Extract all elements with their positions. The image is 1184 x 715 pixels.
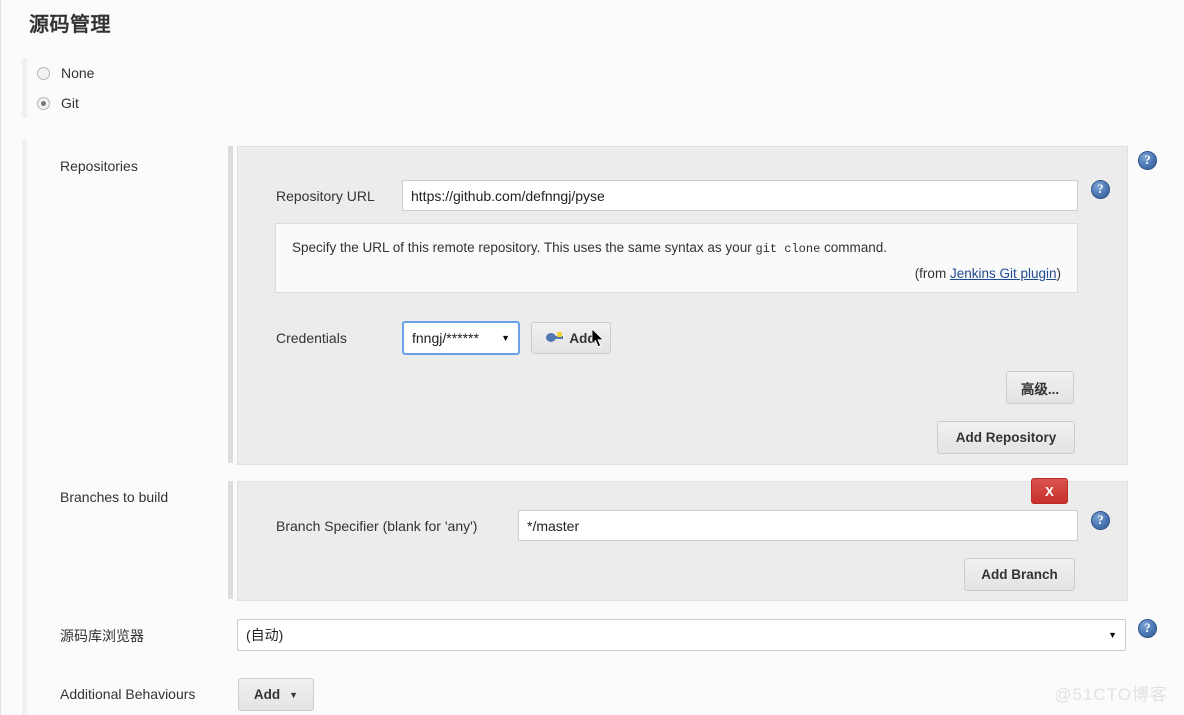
add-credentials-button[interactable]: Add bbox=[531, 322, 611, 354]
chevron-down-icon: ▼ bbox=[501, 333, 510, 343]
radio-option-none[interactable]: None bbox=[37, 58, 237, 88]
jenkins-git-plugin-link[interactable]: Jenkins Git plugin bbox=[950, 266, 1057, 281]
branch-specifier-label: Branch Specifier (blank for 'any') bbox=[276, 518, 478, 534]
add-branch-label: Add Branch bbox=[981, 567, 1058, 582]
repository-help-source: (from Jenkins Git plugin) bbox=[292, 264, 1061, 284]
repositories-row-label: Repositories bbox=[60, 158, 138, 174]
chevron-down-icon: ▼ bbox=[289, 689, 299, 700]
key-icon bbox=[546, 332, 564, 344]
add-repository-button[interactable]: Add Repository bbox=[937, 421, 1075, 454]
add-branch-button[interactable]: Add Branch bbox=[964, 558, 1075, 591]
repository-browser-row-label: 源码库浏览器 bbox=[60, 628, 144, 644]
repository-help-sentence-part2: command. bbox=[820, 240, 888, 255]
chevron-down-icon: ▼ bbox=[1108, 630, 1117, 640]
additional-behaviours-add-label: Add bbox=[253, 687, 281, 702]
scm-type-radio-group: None Git bbox=[22, 58, 237, 118]
add-repository-label: Add Repository bbox=[955, 430, 1057, 445]
watermark: @51CTO博客 bbox=[1054, 685, 1168, 704]
repository-help-sentence-part1: Specify the URL of this remote repositor… bbox=[292, 240, 756, 255]
repositories-help-icon[interactable]: ? bbox=[1138, 151, 1157, 170]
repository-url-input[interactable] bbox=[402, 180, 1078, 211]
advanced-label: 高级... bbox=[1020, 381, 1060, 397]
repository-url-label: Repository URL bbox=[276, 188, 375, 204]
repository-url-help-icon[interactable]: ? bbox=[1091, 180, 1110, 199]
repository-browser-help-icon[interactable]: ? bbox=[1138, 619, 1157, 638]
branch-specifier-input[interactable] bbox=[518, 510, 1078, 541]
radio-none-label: None bbox=[61, 65, 95, 81]
add-credentials-label: Add bbox=[569, 330, 596, 346]
additional-behaviours-add-button[interactable]: Add ▼ bbox=[238, 678, 314, 711]
radio-git-icon[interactable] bbox=[37, 96, 50, 110]
repository-help-mono-code: git clone bbox=[755, 242, 821, 256]
radio-option-git[interactable]: Git bbox=[37, 88, 237, 118]
page-title: 源码管理 bbox=[29, 14, 111, 36]
scm-config-page: 源码管理 None Git Repositories Repository UR… bbox=[0, 0, 1184, 715]
repository-url-help-text: Specify the URL of this remote repositor… bbox=[275, 223, 1078, 293]
credentials-select[interactable]: fnngj/****** ▼ bbox=[402, 321, 520, 355]
repository-browser-select[interactable]: (自动) ▼ bbox=[237, 619, 1126, 651]
repository-help-source-prefix: (from bbox=[914, 266, 950, 282]
branches-panel-spine bbox=[228, 481, 233, 599]
credentials-select-value: fnngj/****** bbox=[412, 330, 479, 346]
page-left-edge bbox=[0, 0, 1, 715]
repository-browser-value: (自动) bbox=[246, 627, 284, 643]
additional-behaviours-row-label: Additional Behaviours bbox=[60, 686, 196, 702]
delete-branch-button[interactable]: X bbox=[1031, 478, 1068, 504]
branch-specifier-help-icon[interactable]: ? bbox=[1091, 511, 1110, 530]
repository-help-source-suffix: ) bbox=[1056, 266, 1062, 282]
section-spine bbox=[22, 140, 27, 715]
repositories-panel-spine bbox=[228, 146, 233, 463]
credentials-label: Credentials bbox=[276, 330, 347, 346]
branches-row-label: Branches to build bbox=[60, 489, 169, 505]
radio-none-icon[interactable] bbox=[37, 66, 50, 80]
radio-git-label: Git bbox=[61, 95, 79, 111]
advanced-button[interactable]: 高级... bbox=[1006, 371, 1074, 404]
